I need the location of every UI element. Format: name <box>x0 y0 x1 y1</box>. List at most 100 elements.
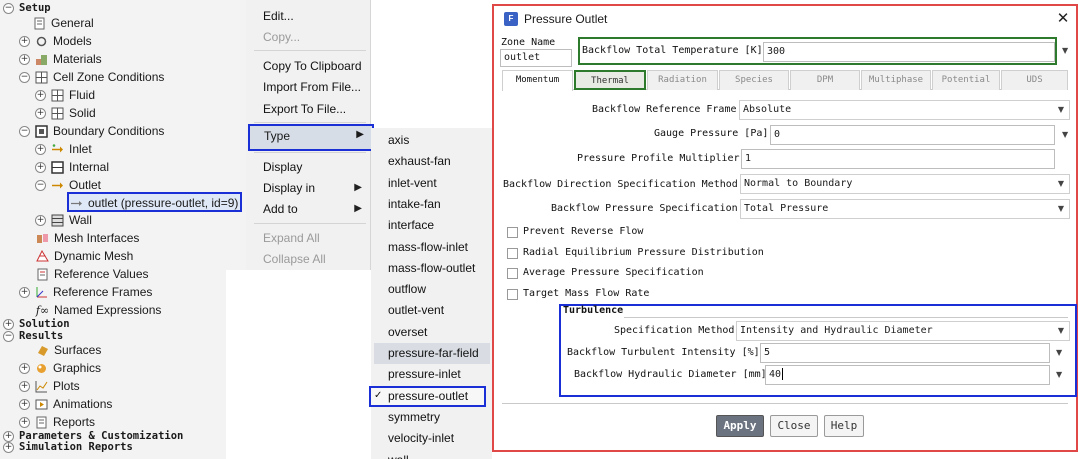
tree-item-reference-values[interactable]: Reference Values <box>36 265 149 283</box>
dropdown-arrow-icon[interactable]: ▼ <box>1062 46 1068 55</box>
expand-icon[interactable]: + <box>19 362 30 374</box>
hydraulic-diam-label: Backflow Hydraulic Diameter [mm] <box>574 369 767 380</box>
expand-icon[interactable]: + <box>19 35 30 47</box>
gauge-pressure-input[interactable]: 0 <box>770 125 1055 145</box>
submenu-item-overset[interactable]: overset <box>388 323 427 341</box>
tree-item-solid[interactable]: + Solid <box>35 104 96 122</box>
tree-item-models[interactable]: + Models <box>19 32 92 50</box>
menu-item-export-to-file[interactable]: Export To File... <box>263 100 346 118</box>
tab-uds[interactable]: UDS <box>1001 70 1068 90</box>
tree-item-general[interactable]: General <box>33 14 94 32</box>
collapse-icon[interactable]: − <box>35 179 46 191</box>
dropdown-arrow-icon[interactable]: ▼ <box>1056 370 1062 379</box>
zone-name-input[interactable]: outlet <box>500 49 572 67</box>
backflow-pressure-select[interactable]: Total Pressure ▼ <box>740 199 1070 219</box>
prevent-reverse-checkbox[interactable] <box>507 227 518 238</box>
expand-icon[interactable]: + <box>35 89 46 101</box>
collapse-icon[interactable]: − <box>19 71 30 83</box>
expand-icon[interactable]: + <box>19 53 30 65</box>
tree-label: Mesh Interfaces <box>54 231 140 245</box>
expand-icon[interactable]: + <box>35 214 46 226</box>
backflow-direction-select[interactable]: Normal to Boundary ▼ <box>740 174 1070 194</box>
spec-method-select[interactable]: Intensity and Hydraulic Diameter ▼ <box>736 321 1070 341</box>
expand-icon[interactable]: + <box>19 416 30 428</box>
submenu-item-outflow[interactable]: outflow <box>388 280 426 298</box>
pressure-profile-input[interactable]: 1 <box>741 149 1055 169</box>
backflow-ref-frame-select[interactable]: Absolute ▼ <box>739 100 1070 120</box>
radial-eq-checkbox[interactable] <box>507 248 518 259</box>
collapse-icon[interactable]: − <box>19 125 30 137</box>
tree-item-outlet[interactable]: − Outlet <box>35 176 101 194</box>
collapse-icon[interactable]: − <box>3 330 14 342</box>
submenu-item-velocity-inlet[interactable]: velocity-inlet <box>388 429 454 447</box>
tab-potential[interactable]: Potential <box>932 70 1000 90</box>
menu-item-import-from-file[interactable]: Import From File... <box>263 78 361 96</box>
menu-item-collapse-all[interactable]: Collapse All <box>263 250 326 268</box>
hydraulic-diam-input[interactable]: 40 <box>765 365 1050 385</box>
tree-item-mesh-interfaces[interactable]: Mesh Interfaces <box>36 229 139 247</box>
tree-item-reference-frames[interactable]: + Reference Frames <box>19 283 152 301</box>
dropdown-arrow-icon[interactable]: ▼ <box>1062 130 1068 139</box>
submenu-item-inlet-vent[interactable]: inlet-vent <box>388 174 437 192</box>
tree-item-graphics[interactable]: + Graphics <box>19 359 101 377</box>
avg-pressure-checkbox[interactable] <box>507 268 518 279</box>
collapse-icon[interactable]: − <box>3 2 14 14</box>
tree-item-internal[interactable]: + Internal <box>35 158 109 176</box>
submenu-item-pressure-far-field[interactable]: pressure-far-field <box>388 344 479 362</box>
menu-item-display[interactable]: Display <box>263 158 302 176</box>
tab-momentum[interactable]: Momentum <box>502 70 573 91</box>
tree-item-wall[interactable]: + Wall <box>35 211 92 229</box>
submenu-item-exhaust-fan[interactable]: exhaust-fan <box>388 152 451 170</box>
submenu-item-wall[interactable]: wall <box>388 451 409 459</box>
submenu-item-mass-flow-outlet[interactable]: mass-flow-outlet <box>388 259 475 277</box>
tab-species[interactable]: Species <box>719 70 789 90</box>
menu-item-edit[interactable]: Edit... <box>263 7 294 25</box>
submenu-item-axis[interactable]: axis <box>388 131 409 149</box>
close-icon[interactable]: ✕ <box>1054 9 1072 27</box>
close-button[interactable]: Close <box>770 415 818 437</box>
expand-icon[interactable]: + <box>19 380 30 392</box>
target-mass-checkbox[interactable] <box>507 289 518 300</box>
tree-item-dynamic-mesh[interactable]: Dynamic Mesh <box>36 247 133 265</box>
menu-item-copy-to-clipboard[interactable]: Copy To Clipboard <box>263 57 362 75</box>
tree-item-simulation-reports[interactable]: + Simulation Reports <box>3 438 133 456</box>
submenu-item-pressure-outlet[interactable]: pressure-outlet ✓ <box>374 387 468 405</box>
tab-dpm[interactable]: DPM <box>790 70 860 90</box>
tree-item-outlet-pressure-outlet[interactable]: outlet (pressure-outlet, id=9) <box>70 194 238 212</box>
tree-item-inlet[interactable]: + Inlet <box>35 140 92 158</box>
expand-icon[interactable]: + <box>35 161 46 173</box>
submenu-item-outlet-vent[interactable]: outlet-vent <box>388 301 444 319</box>
menu-item-type[interactable]: Type ▶ <box>248 124 374 151</box>
menu-item-copy[interactable]: Copy... <box>263 28 300 46</box>
turb-intensity-input[interactable]: 5 <box>760 343 1050 363</box>
expand-icon[interactable]: + <box>35 143 46 155</box>
tree-item-plots[interactable]: + Plots <box>19 377 80 395</box>
menu-item-display-in[interactable]: Display in <box>263 179 315 197</box>
tab-thermal[interactable]: Thermal <box>574 70 646 90</box>
expand-icon[interactable]: + <box>35 107 46 119</box>
tree-item-cell-zone-conditions[interactable]: − Cell Zone Conditions <box>19 68 164 86</box>
tree-item-fluid[interactable]: + Fluid <box>35 86 95 104</box>
backflow-pressure-value: Total Pressure <box>744 203 829 214</box>
tree-item-materials[interactable]: + Materials <box>19 50 102 68</box>
submenu-item-interface[interactable]: interface <box>388 216 434 234</box>
tree-item-surfaces[interactable]: Surfaces <box>36 341 101 359</box>
expand-icon[interactable]: + <box>19 398 30 410</box>
tab-radiation[interactable]: Radiation <box>647 70 718 90</box>
submenu-item-symmetry[interactable]: symmetry <box>388 408 440 426</box>
expand-icon[interactable]: + <box>19 286 30 298</box>
submenu-item-pressure-inlet[interactable]: pressure-inlet <box>388 365 461 383</box>
tab-multiphase[interactable]: Multiphase <box>861 70 931 90</box>
menu-item-add-to[interactable]: Add to <box>263 200 298 218</box>
help-button[interactable]: Help <box>824 415 864 437</box>
apply-button[interactable]: Apply <box>716 415 764 437</box>
dropdown-arrow-icon[interactable]: ▼ <box>1056 348 1062 357</box>
tree-item-boundary-conditions[interactable]: − Boundary Conditions <box>19 122 164 140</box>
tree-item-animations[interactable]: + Animations <box>19 395 112 413</box>
submenu-item-mass-flow-inlet[interactable]: mass-flow-inlet <box>388 238 468 256</box>
submenu-item-intake-fan[interactable]: intake-fan <box>388 195 441 213</box>
backflow-temp-input[interactable]: 300 <box>763 42 1055 62</box>
menu-item-expand-all[interactable]: Expand All <box>263 229 320 247</box>
expand-icon[interactable]: + <box>3 441 14 453</box>
grid-icon <box>51 107 64 120</box>
